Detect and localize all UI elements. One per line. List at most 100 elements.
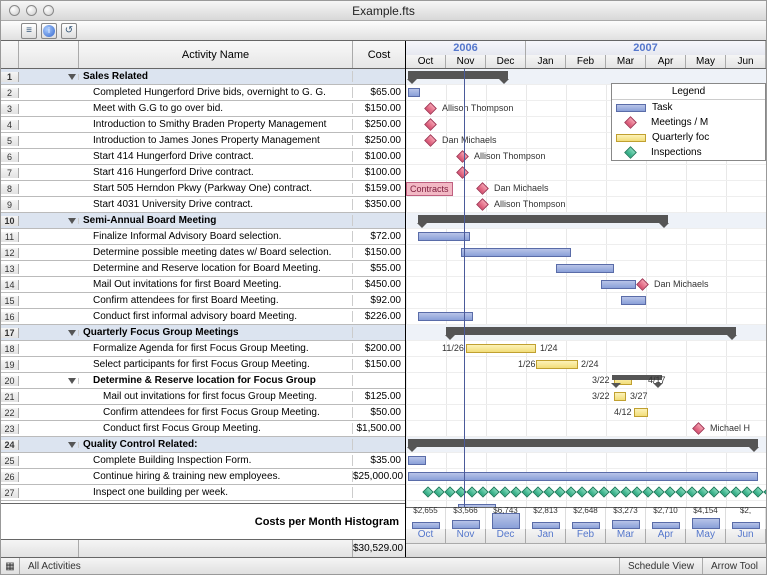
summary-bar[interactable] bbox=[408, 439, 758, 447]
activity-row[interactable]: 7Start 416 Hungerford Drive contract.$10… bbox=[1, 165, 405, 181]
activity-row[interactable]: 22Confirm attendees for first Focus Grou… bbox=[1, 405, 405, 421]
activity-row[interactable]: 18Formalize Agenda for first Focus Group… bbox=[1, 341, 405, 357]
activity-row[interactable]: 23Conduct first Focus Group Meeting.$1,5… bbox=[1, 421, 405, 437]
summary-bar[interactable] bbox=[418, 215, 668, 223]
activity-name[interactable]: Sales Related bbox=[79, 71, 353, 82]
cost-header[interactable]: Cost bbox=[353, 41, 405, 68]
histogram-value: $6,743 bbox=[493, 506, 517, 515]
row-number: 27 bbox=[1, 488, 19, 498]
quarterly-bar[interactable] bbox=[614, 392, 626, 401]
activity-name[interactable]: Meet with G.G to go over bid. bbox=[79, 103, 353, 114]
activity-name[interactable]: Start 414 Hungerford Drive contract. bbox=[79, 151, 353, 162]
activity-row[interactable]: 1 Sales Related bbox=[1, 69, 405, 85]
status-view[interactable]: Schedule View bbox=[619, 558, 702, 574]
timeline-month: Jan bbox=[526, 55, 566, 69]
activity-name[interactable]: Introduction to James Jones Property Man… bbox=[79, 135, 353, 146]
toolbar-button-1[interactable]: ≡ bbox=[21, 23, 37, 39]
horizontal-scrollbar[interactable] bbox=[406, 543, 766, 557]
activity-name[interactable]: Determine possible meeting dates w/ Boar… bbox=[79, 247, 353, 258]
activity-row[interactable]: 12Determine possible meeting dates w/ Bo… bbox=[1, 245, 405, 261]
activity-name[interactable]: Mail Out invitations for first Board Mee… bbox=[79, 279, 353, 290]
activity-name[interactable]: Finalize Informal Advisory Board selecti… bbox=[79, 231, 353, 242]
activity-row[interactable]: 2Completed Hungerford Drive bids, overni… bbox=[1, 85, 405, 101]
activity-name[interactable]: Completed Hungerford Drive bids, overnig… bbox=[79, 87, 353, 98]
activity-name[interactable]: Conduct first informal advisory board Me… bbox=[79, 311, 353, 322]
activity-row[interactable]: 6Start 414 Hungerford Drive contract.$10… bbox=[1, 149, 405, 165]
activity-name[interactable]: Start 505 Herndon Pkwy (Parkway One) con… bbox=[79, 183, 353, 194]
task-bar[interactable] bbox=[601, 280, 636, 289]
activity-name[interactable]: Mail out invitations for first focus Gro… bbox=[79, 391, 353, 402]
activity-cost: $50.00 bbox=[353, 407, 405, 418]
row-number: 1 bbox=[1, 72, 19, 82]
activity-row[interactable]: 19Select participants for first Focus Gr… bbox=[1, 357, 405, 373]
activity-name-header[interactable]: Activity Name bbox=[79, 41, 353, 68]
activity-cost: $72.00 bbox=[353, 231, 405, 242]
status-filter[interactable]: All Activities bbox=[19, 558, 89, 574]
toolbar-info-button[interactable]: i bbox=[41, 23, 57, 39]
activity-name[interactable]: Complete Building Inspection Form. bbox=[79, 455, 353, 466]
gantt-lane bbox=[406, 197, 766, 213]
histogram-month: Mar bbox=[606, 529, 646, 543]
activity-row[interactable]: 26Continue hiring & training new employe… bbox=[1, 469, 405, 485]
activity-row[interactable]: 24Quality Control Related: bbox=[1, 437, 405, 453]
activity-row[interactable]: 11Finalize Informal Advisory Board selec… bbox=[1, 229, 405, 245]
task-bar[interactable] bbox=[408, 88, 420, 97]
quarterly-bar[interactable] bbox=[466, 344, 536, 353]
activity-name[interactable]: Conduct first Focus Group Meeting. bbox=[79, 423, 353, 434]
summary-bar[interactable] bbox=[446, 327, 736, 335]
gantt-chart[interactable]: Legend Task Meetings / M Quarterly foc I… bbox=[406, 69, 766, 507]
activity-name[interactable]: Start 416 Hungerford Drive contract. bbox=[79, 167, 353, 178]
activity-row[interactable]: 14Mail Out invitations for first Board M… bbox=[1, 277, 405, 293]
quarterly-bar[interactable] bbox=[536, 360, 578, 369]
task-bar[interactable] bbox=[461, 248, 571, 257]
activity-cost: $250.00 bbox=[353, 119, 405, 130]
activity-row[interactable]: 4Introduction to Smithy Braden Property … bbox=[1, 117, 405, 133]
status-tool[interactable]: Arrow Tool bbox=[702, 558, 766, 574]
activity-row[interactable]: 13 Determine and Reserve location for Boa… bbox=[1, 261, 405, 277]
activity-row[interactable]: 15 Confirm attendees for first Board Meet… bbox=[1, 293, 405, 309]
activity-row[interactable]: 9Start 4031 University Drive contract.$3… bbox=[1, 197, 405, 213]
activity-row[interactable]: 21Mail out invitations for first focus G… bbox=[1, 389, 405, 405]
activity-name[interactable]: Determine & Reserve location for Focus G… bbox=[79, 375, 353, 386]
activity-name[interactable]: Semi-Annual Board Meeting bbox=[79, 215, 353, 226]
task-bar[interactable] bbox=[556, 264, 614, 273]
activity-name[interactable]: Inspect one building per week. bbox=[79, 487, 353, 498]
activity-row[interactable]: 20Determine & Reserve location for Focus… bbox=[1, 373, 405, 389]
toolbar-refresh-button[interactable]: ↺ bbox=[61, 23, 77, 39]
task-bar[interactable] bbox=[408, 456, 426, 465]
activity-name[interactable]: Select participants for first Focus Grou… bbox=[79, 359, 353, 370]
activity-row[interactable]: 5Introduction to James Jones Property Ma… bbox=[1, 133, 405, 149]
disclosure-triangle-icon[interactable] bbox=[68, 74, 76, 80]
quarterly-bar[interactable] bbox=[634, 408, 648, 417]
activity-name[interactable]: Formalize Agenda for first Focus Group M… bbox=[79, 343, 353, 354]
activity-row[interactable]: 3Meet with G.G to go over bid.$150.00 bbox=[1, 101, 405, 117]
activity-name[interactable]: Continue hiring & training new employees… bbox=[79, 471, 353, 482]
activity-name[interactable]: Confirm attendees for first Board Meetin… bbox=[79, 295, 353, 306]
row-number: 13 bbox=[1, 264, 19, 274]
activity-name[interactable]: Quality Control Related: bbox=[79, 439, 353, 450]
outline-cell bbox=[19, 218, 79, 224]
task-bar[interactable] bbox=[418, 232, 470, 241]
disclosure-triangle-icon[interactable] bbox=[68, 330, 76, 336]
activity-row[interactable]: 10Semi-Annual Board Meeting bbox=[1, 213, 405, 229]
activity-name[interactable]: Quarterly Focus Group Meetings bbox=[79, 327, 353, 338]
activity-name[interactable]: Confirm attendees for first Focus Group … bbox=[79, 407, 353, 418]
activity-name[interactable]: Introduction to Smithy Braden Property M… bbox=[79, 119, 353, 130]
activity-cost: $55.00 bbox=[353, 263, 405, 274]
activity-row[interactable]: 17Quarterly Focus Group Meetings bbox=[1, 325, 405, 341]
disclosure-triangle-icon[interactable] bbox=[68, 378, 76, 384]
disclosure-triangle-icon[interactable] bbox=[68, 442, 76, 448]
summary-bar[interactable] bbox=[408, 71, 508, 79]
activity-name[interactable]: Determine and Reserve location for Board… bbox=[79, 263, 353, 274]
disclosure-triangle-icon[interactable] bbox=[68, 218, 76, 224]
task-bar[interactable] bbox=[408, 472, 758, 481]
activity-row[interactable]: 16Conduct first informal advisory board … bbox=[1, 309, 405, 325]
activity-row[interactable]: 27 Inspect one building per week. bbox=[1, 485, 405, 501]
activity-row[interactable]: 8Start 505 Herndon Pkwy (Parkway One) co… bbox=[1, 181, 405, 197]
task-bar[interactable] bbox=[621, 296, 646, 305]
titlebar[interactable]: Example.fts bbox=[1, 1, 766, 21]
activity-name[interactable]: Start 4031 University Drive contract. bbox=[79, 199, 353, 210]
contracts-tag[interactable]: Contracts bbox=[406, 182, 453, 196]
activity-row[interactable]: 25Complete Building Inspection Form.$35.… bbox=[1, 453, 405, 469]
row-number: 15 bbox=[1, 296, 19, 306]
